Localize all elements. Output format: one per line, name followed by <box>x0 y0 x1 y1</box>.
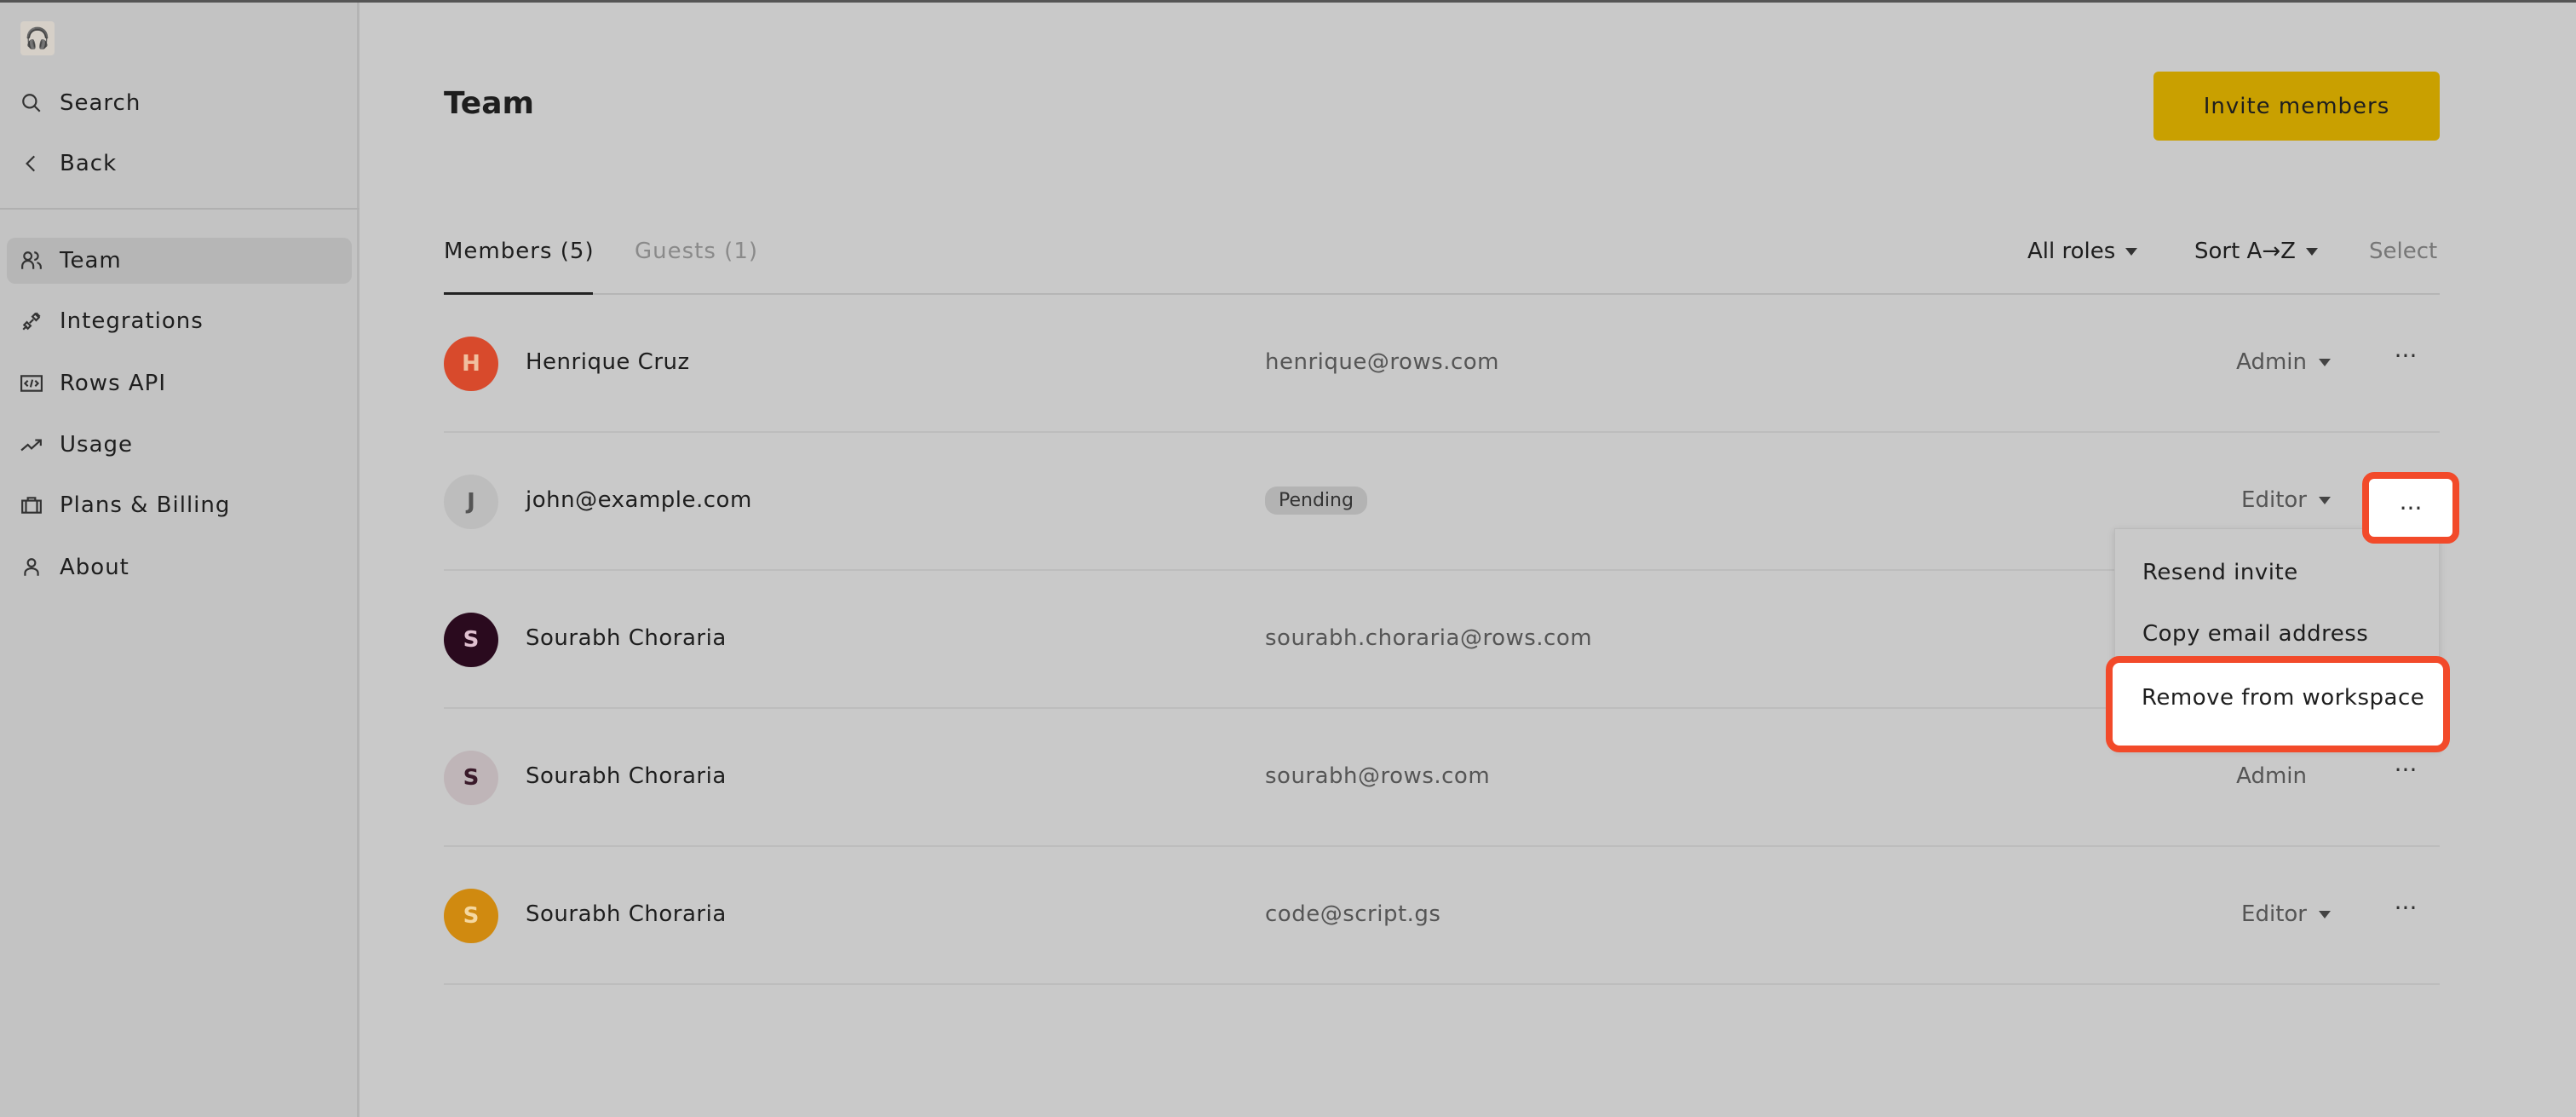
sidebar-item-search[interactable]: Search <box>7 80 352 126</box>
avatar: H <box>444 337 498 391</box>
caret-down-icon <box>2319 496 2331 504</box>
member-email: sourabh.choraria@rows.com <box>1265 625 1593 651</box>
page-title: Team <box>444 86 534 121</box>
role-dropdown[interactable]: Admin <box>2236 349 2331 375</box>
member-email: henrique@rows.com <box>1265 349 1499 375</box>
all-roles-dropdown[interactable]: All roles <box>2027 239 2138 264</box>
sidebar-item-integrations[interactable]: Integrations <box>7 298 352 344</box>
status-badge: Pending <box>1265 487 1367 515</box>
menu-item-remove-from-workspace[interactable]: Remove from workspace <box>2106 656 2450 752</box>
role-dropdown[interactable]: Admin <box>2236 763 2331 789</box>
avatar: J <box>444 475 498 529</box>
briefcase-icon <box>7 494 60 516</box>
member-name: Henrique Cruz <box>526 349 690 375</box>
avatar: S <box>444 889 498 943</box>
select-button[interactable]: Select <box>2369 239 2437 264</box>
users-icon <box>7 250 60 272</box>
user-icon <box>7 556 60 579</box>
sidebar: 🎧 Search Back Team Integrations Rows API… <box>0 3 359 1117</box>
caret-down-icon <box>2125 247 2138 256</box>
sidebar-item-usage[interactable]: Usage <box>7 422 352 468</box>
sidebar-item-team[interactable]: Team <box>7 238 352 284</box>
sort-dropdown[interactable]: Sort A→Z <box>2194 239 2318 264</box>
tab-members[interactable]: Members (5) <box>444 239 595 264</box>
trending-up-icon <box>7 434 60 456</box>
caret-down-icon <box>2319 910 2331 918</box>
tab-guests[interactable]: Guests (1) <box>635 239 758 264</box>
menu-item-copy-email[interactable]: Copy email address <box>2142 621 2368 647</box>
more-options-button[interactable]: ··· <box>2385 896 2426 930</box>
member-name: Sourabh Choraria <box>526 625 727 651</box>
member-row: H Henrique Cruz henrique@rows.com Admin ·… <box>444 295 2440 433</box>
more-options-button[interactable]: ··· <box>2385 344 2426 378</box>
caret-down-icon <box>2319 358 2331 366</box>
sidebar-item-back[interactable]: Back <box>7 141 352 187</box>
avatar: S <box>444 751 498 805</box>
plug-icon <box>7 310 60 332</box>
sidebar-item-rows-api[interactable]: Rows API <box>7 360 352 406</box>
workspace-avatar[interactable]: 🎧 <box>20 21 55 55</box>
member-name: john@example.com <box>526 487 752 513</box>
invite-members-button[interactable]: Invite members <box>2153 72 2440 141</box>
chevron-left-icon <box>7 153 60 175</box>
member-name: Sourabh Choraria <box>526 763 727 789</box>
sidebar-divider <box>0 208 359 210</box>
caret-down-icon <box>2305 247 2318 256</box>
role-dropdown[interactable]: Editor <box>2241 487 2331 513</box>
sidebar-item-plans-billing[interactable]: Plans & Billing <box>7 482 352 528</box>
sidebar-item-about[interactable]: About <box>7 544 352 590</box>
more-options-button[interactable]: ··· <box>2385 758 2426 792</box>
role-dropdown[interactable]: Editor <box>2241 901 2331 927</box>
menu-item-resend-invite[interactable]: Resend invite <box>2142 560 2298 585</box>
avatar: S <box>444 613 498 667</box>
code-icon <box>7 372 60 394</box>
member-row: S Sourabh Choraria code@script.gs Editor … <box>444 847 2440 985</box>
member-name: Sourabh Choraria <box>526 901 727 927</box>
more-options-button-highlighted[interactable]: ··· <box>2362 472 2459 544</box>
member-email: sourabh@rows.com <box>1265 763 1491 789</box>
member-email: code@script.gs <box>1265 901 1441 927</box>
search-icon <box>7 92 60 114</box>
